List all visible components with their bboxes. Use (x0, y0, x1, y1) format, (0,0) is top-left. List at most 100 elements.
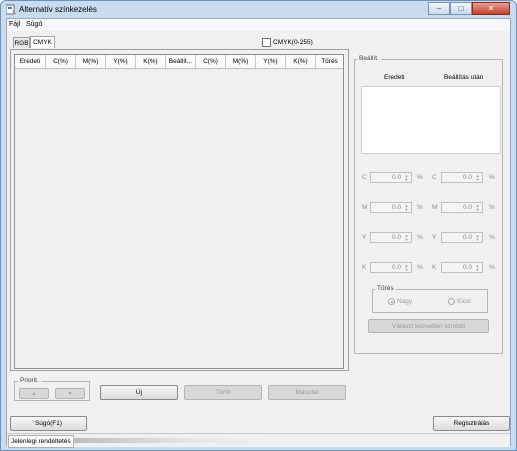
c-original-value: 0.0 (391, 174, 401, 181)
status-text: Jelenlegi rendeltetés (8, 435, 74, 448)
column-header[interactable]: K(%) (286, 55, 316, 68)
k-original-value: 0.0 (391, 264, 401, 271)
column-header[interactable]: M(%) (226, 55, 256, 68)
main-window: Alternatív színkezelés – □ ✕ Fájl Súgó R… (0, 0, 517, 451)
column-header[interactable]: Y(%) (256, 55, 286, 68)
k-label-after: K (432, 264, 437, 271)
m-original-value: 0.0 (391, 204, 401, 211)
c-row: C 0.0 ▲ ▼ % C 0.0 ▲ ▼ % (361, 172, 501, 184)
k-original-field[interactable]: 0.0 ▲ ▼ (370, 262, 412, 273)
column-header[interactable]: Beállít... (166, 55, 196, 68)
column-header[interactable]: M(%) (76, 55, 106, 68)
y-original-value: 0.0 (391, 234, 401, 241)
spinner-arrows-icon[interactable]: ▲ ▼ (474, 264, 481, 272)
copy-button[interactable]: Másolat (268, 385, 346, 400)
k-after-value: 0.0 (462, 264, 472, 271)
menu-bar: Fájl Súgó (7, 19, 510, 31)
tolerance-label: Tűrés (375, 285, 396, 292)
table-header: Eredeti C(%) M(%) Y(%) K(%) Beállít... C… (15, 55, 343, 69)
m-unit: % (417, 204, 423, 211)
y-label-after: Y (432, 234, 437, 241)
after-column-label: Beállítás után (444, 74, 484, 81)
k-unit: % (417, 264, 423, 271)
register-button[interactable]: Regisztrálás (433, 416, 510, 431)
c-label-after: C (432, 174, 437, 181)
spinner-arrows-icon[interactable]: ▲ ▼ (403, 204, 410, 212)
tolerance-group: Tűrés Nagy Kicsi (372, 285, 488, 313)
m-unit-after: % (489, 204, 495, 211)
spinner-arrows-icon[interactable]: ▲ ▼ (474, 234, 481, 242)
k-after-field[interactable]: 0.0 ▲ ▼ (441, 262, 483, 273)
tolerance-large-radio[interactable] (388, 298, 395, 305)
title-bar[interactable]: Alternatív színkezelés – □ ✕ (1, 1, 516, 18)
help-button[interactable]: Súgó(F1) (10, 416, 87, 431)
tab-cmyk[interactable]: CMYK (30, 36, 55, 48)
y-after-value: 0.0 (462, 234, 472, 241)
color-table[interactable]: Eredeti C(%) M(%) Y(%) K(%) Beállít... C… (14, 54, 344, 369)
tolerance-small-label: Kicsi (457, 298, 471, 305)
column-header[interactable]: Tűrés (316, 55, 343, 68)
column-header[interactable]: C(%) (46, 55, 76, 68)
cmyk-255-label: CMYK(0-255) (273, 39, 313, 46)
y-unit-after: % (489, 234, 495, 241)
cmyk-255-option[interactable]: CMYK(0-255) (262, 38, 313, 47)
app-icon (6, 4, 16, 15)
y-after-field[interactable]: 0.0 ▲ ▼ (441, 232, 483, 243)
y-label: Y (362, 234, 367, 241)
y-unit: % (417, 234, 423, 241)
spinner-arrows-icon[interactable]: ▲ ▼ (403, 174, 410, 182)
k-label: K (362, 264, 367, 271)
minimize-button[interactable]: – (428, 2, 450, 15)
y-original-field[interactable]: 0.0 ▲ ▼ (370, 232, 412, 243)
settings-title: Beállít. (357, 55, 381, 62)
close-button[interactable]: ✕ (472, 2, 510, 15)
k-row: K 0.0 ▲ ▼ % K 0.0 ▲ ▼ % (361, 262, 501, 274)
m-original-field[interactable]: 0.0 ▲ ▼ (370, 202, 412, 213)
m-label-after: M (432, 204, 438, 211)
spinner-arrows-icon[interactable]: ▲ ▼ (474, 204, 481, 212)
m-after-field[interactable]: 0.0 ▲ ▼ (441, 202, 483, 213)
tolerance-large-option[interactable]: Nagy (388, 298, 412, 305)
c-unit: % (417, 174, 423, 181)
spinner-arrows-icon[interactable]: ▲ ▼ (474, 174, 481, 182)
client-area: Fájl Súgó RGB CMYK CMYK(0-255) Eredeti C… (6, 18, 511, 448)
spinner-arrows-icon[interactable]: ▲ ▼ (403, 264, 410, 272)
caption-buttons: – □ ✕ (428, 2, 510, 16)
column-header[interactable]: K(%) (136, 55, 166, 68)
spinner-arrows-icon[interactable]: ▲ ▼ (403, 234, 410, 242)
priority-group: Priorit. ▲ ▼ (14, 377, 90, 401)
tolerance-large-label: Nagy (397, 298, 413, 305)
k-unit-after: % (489, 264, 495, 271)
column-header[interactable]: Y(%) (106, 55, 136, 68)
c-unit-after: % (489, 174, 495, 181)
m-after-value: 0.0 (462, 204, 472, 211)
delete-button[interactable]: Töröl (184, 385, 262, 400)
column-header[interactable]: C(%) (196, 55, 226, 68)
tolerance-small-radio[interactable] (448, 298, 455, 305)
c-label: C (362, 174, 367, 181)
maximize-button[interactable]: □ (450, 2, 472, 15)
tab-rgb[interactable]: RGB (13, 37, 30, 48)
original-column-label: Eredeti (384, 74, 405, 81)
priority-label: Priorit. (18, 377, 41, 384)
window-title: Alternatív színkezelés (19, 5, 97, 14)
new-button[interactable]: Új (100, 385, 178, 400)
tolerance-small-option[interactable]: Kicsi (448, 298, 471, 305)
cmyk-255-checkbox[interactable] (262, 38, 271, 47)
select-direct-color-button[interactable]: Választ közvetlen színből (368, 319, 489, 333)
color-preview (361, 86, 501, 154)
priority-down-button[interactable]: ▼ (55, 388, 85, 399)
column-header[interactable]: Eredeti (15, 55, 46, 68)
y-row: Y 0.0 ▲ ▼ % Y 0.0 ▲ ▼ % (361, 232, 501, 244)
m-label: M (362, 204, 368, 211)
c-after-value: 0.0 (462, 174, 472, 181)
c-after-field[interactable]: 0.0 ▲ ▼ (441, 172, 483, 183)
menu-help[interactable]: Súgó (26, 21, 42, 28)
settings-group: Beállít. Eredeti Beállítás után C 0.0 ▲ ▼ … (354, 55, 503, 354)
status-progress-bar (73, 438, 273, 443)
status-bar: Jelenlegi rendeltetés (7, 433, 510, 448)
priority-up-button[interactable]: ▲ (19, 388, 49, 399)
c-original-field[interactable]: 0.0 ▲ ▼ (370, 172, 412, 183)
m-row: M 0.0 ▲ ▼ % M 0.0 ▲ ▼ % (361, 202, 501, 214)
menu-file[interactable]: Fájl (9, 21, 20, 28)
